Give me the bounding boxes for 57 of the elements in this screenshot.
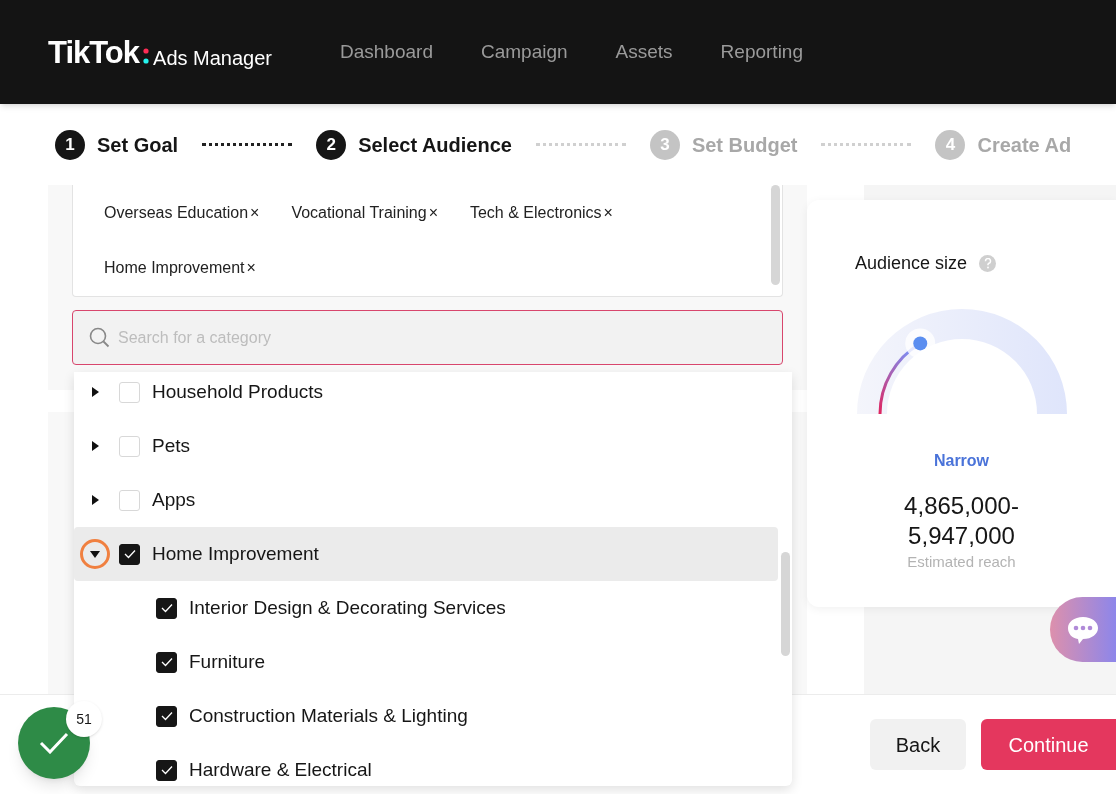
checkbox[interactable] [156, 759, 177, 781]
subcategory-label: Hardware & Electrical [189, 757, 372, 782]
step-number: 3 [649, 129, 680, 160]
check-icon [160, 657, 173, 667]
audience-title: Audience size [855, 252, 968, 275]
step-number: 1 [55, 129, 85, 160]
tag-label: Tech & Electronics [469, 202, 602, 223]
step-label[interactable]: Set Goal [97, 129, 179, 160]
caret-icon[interactable] [80, 539, 110, 569]
remove-tag-button[interactable]: × [603, 200, 613, 225]
remove-tag-button[interactable]: × [246, 255, 256, 280]
nav-link[interactable]: Campaign [480, 37, 568, 67]
product-name: Ads Manager [153, 47, 272, 68]
category-label: Home Improvement [152, 541, 319, 566]
checkbox[interactable] [156, 597, 177, 619]
logo[interactable]: TikTok [48, 36, 140, 68]
tag-label: Home Improvement [104, 257, 245, 278]
checkbox[interactable] [156, 705, 177, 727]
category-row[interactable]: Apps [74, 473, 778, 527]
remove-tag-button[interactable]: × [428, 200, 438, 225]
back-button[interactable]: Back [870, 719, 966, 770]
subcategory-label: Construction Materials & Lighting [189, 703, 468, 728]
subcategory-row[interactable]: Hardware & Electrical [156, 743, 778, 786]
subcategory-row[interactable]: Furniture [156, 635, 778, 689]
category-label: Household Products [152, 379, 324, 404]
check-icon [160, 603, 173, 613]
checkbox[interactable] [156, 651, 177, 673]
subcategory-label: Furniture [189, 649, 266, 674]
chat-icon [1066, 614, 1100, 645]
subcategory-row[interactable]: Construction Materials & Lighting [156, 689, 778, 743]
subcategory-row[interactable]: Interior Design & Decorating Services [156, 581, 778, 635]
reach-range: 4,865,000-5,947,000 [903, 491, 1020, 551]
tag-label: Vocational Training [291, 202, 427, 223]
continue-button[interactable]: Continue [981, 719, 1116, 770]
search-icon [89, 327, 110, 348]
category-row[interactable]: Home Improvement [74, 527, 778, 581]
reach-label: Estimated reach [907, 552, 1016, 572]
category-row[interactable]: Pets [74, 419, 778, 473]
check-icon [160, 711, 173, 721]
category-label: Pets [152, 433, 191, 458]
nav-link[interactable]: Reporting [720, 37, 803, 67]
check-icon [123, 549, 136, 559]
remove-tag-button[interactable]: × [250, 200, 260, 225]
nav-link[interactable]: Dashboard [340, 37, 433, 67]
category-row[interactable]: Household Products [74, 372, 778, 419]
tag-label: Overseas Education [104, 202, 249, 223]
logo-dots-icon [142, 45, 151, 66]
step-number: 2 [316, 129, 347, 160]
nav-link[interactable]: Assets [615, 37, 673, 67]
category-label: Apps [152, 487, 196, 512]
step-label[interactable]: Select Audience [358, 129, 512, 160]
audience-verdict: Narrow [933, 451, 990, 471]
subcategory-label: Interior Design & Decorating Services [189, 595, 506, 620]
check-icon [39, 732, 69, 754]
check-icon [160, 765, 173, 775]
step-number: 4 [935, 129, 966, 160]
checkbox[interactable] [119, 543, 140, 565]
